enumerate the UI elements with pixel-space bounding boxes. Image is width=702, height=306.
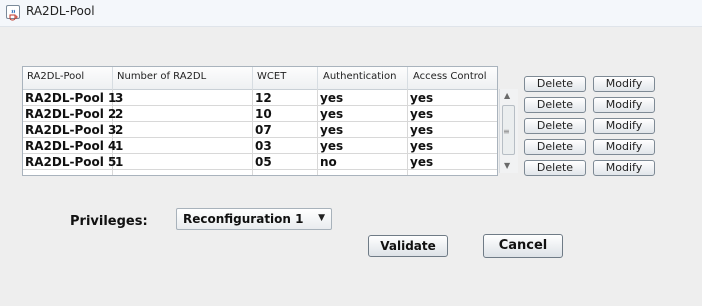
cell-wcet: 03 <box>255 139 272 153</box>
cell-pool: RA2DL-Pool 2 <box>25 107 117 121</box>
cell-number: 1 <box>115 139 124 153</box>
column-header-authentication[interactable]: Authentication <box>323 71 396 82</box>
column-header-pool[interactable]: RA2DL-Pool <box>27 71 84 82</box>
cell-wcet: 07 <box>255 123 272 137</box>
title-bar: RA2DL-Pool <box>0 0 702 27</box>
column-header-wcet[interactable]: WCET <box>257 71 286 82</box>
cell-authentication: yes <box>320 91 344 105</box>
scroll-up-icon[interactable]: ▲ <box>504 91 510 100</box>
cell-wcet: 12 <box>255 91 272 105</box>
privileges-select[interactable]: Reconfiguration 1 ▼ <box>176 208 332 230</box>
cell-access-control: yes <box>410 91 434 105</box>
cell-pool: RA2DL-Pool 3 <box>25 123 117 137</box>
cell-authentication: yes <box>320 123 344 137</box>
modify-button-row-3[interactable]: Modify <box>593 118 655 134</box>
table-row[interactable]: RA2DL-Pool 4 1 03 yes yes <box>23 139 497 153</box>
cell-access-control: yes <box>410 107 434 121</box>
cell-pool: RA2DL-Pool 1 <box>25 91 117 105</box>
modify-button-row-2[interactable]: Modify <box>593 97 655 113</box>
grip-icon: ≡ <box>503 127 510 136</box>
column-header-access-control[interactable]: Access Control <box>413 71 487 82</box>
modify-button-row-5[interactable]: Modify <box>593 160 655 176</box>
cell-wcet: 05 <box>255 155 272 169</box>
cell-pool: RA2DL-Pool 4 <box>25 139 117 153</box>
table-row[interactable]: RA2DL-Pool 2 2 10 yes yes <box>23 107 497 121</box>
table-header: RA2DL-Pool Number of RA2DL WCET Authenti… <box>23 67 497 90</box>
cell-access-control: yes <box>410 155 434 169</box>
cell-number: 1 <box>115 155 124 169</box>
java-cup-icon <box>6 5 20 21</box>
cell-authentication: no <box>320 155 337 169</box>
cell-pool: RA2DL-Pool 5 <box>25 155 117 169</box>
table-row[interactable]: RA2DL-Pool 5 1 05 no yes <box>23 155 497 169</box>
table-row[interactable]: RA2DL-Pool 3 2 07 yes yes <box>23 123 497 137</box>
delete-button-row-2[interactable]: Delete <box>524 97 586 113</box>
chevron-down-icon[interactable]: ▼ <box>318 213 325 223</box>
window-title: RA2DL-Pool <box>26 4 95 18</box>
modify-button-row-1[interactable]: Modify <box>593 76 655 92</box>
cancel-button[interactable]: Cancel <box>483 234 563 258</box>
cell-authentication: yes <box>320 107 344 121</box>
cell-wcet: 10 <box>255 107 272 121</box>
privileges-selected-value: Reconfiguration 1 <box>183 212 304 226</box>
cell-number: 2 <box>115 107 124 121</box>
cell-number: 2 <box>115 123 124 137</box>
delete-button-row-5[interactable]: Delete <box>524 160 586 176</box>
cell-authentication: yes <box>320 139 344 153</box>
ra2dl-pool-table: RA2DL-Pool Number of RA2DL WCET Authenti… <box>22 66 518 176</box>
privileges-label: Privileges: <box>70 214 148 229</box>
delete-button-row-4[interactable]: Delete <box>524 139 586 155</box>
delete-button-row-3[interactable]: Delete <box>524 118 586 134</box>
modify-button-row-4[interactable]: Modify <box>593 139 655 155</box>
cell-access-control: yes <box>410 123 434 137</box>
delete-button-row-1[interactable]: Delete <box>524 76 586 92</box>
cell-access-control: yes <box>410 139 434 153</box>
table-scrollbar[interactable]: ▲ ≡ ▼ <box>499 89 518 173</box>
validate-button[interactable]: Validate <box>368 235 448 257</box>
column-header-number[interactable]: Number of RA2DL <box>117 71 206 82</box>
cell-number: 3 <box>115 91 124 105</box>
table-row[interactable]: RA2DL-Pool 1 3 12 yes yes <box>23 91 497 105</box>
scroll-down-icon[interactable]: ▼ <box>504 161 510 170</box>
